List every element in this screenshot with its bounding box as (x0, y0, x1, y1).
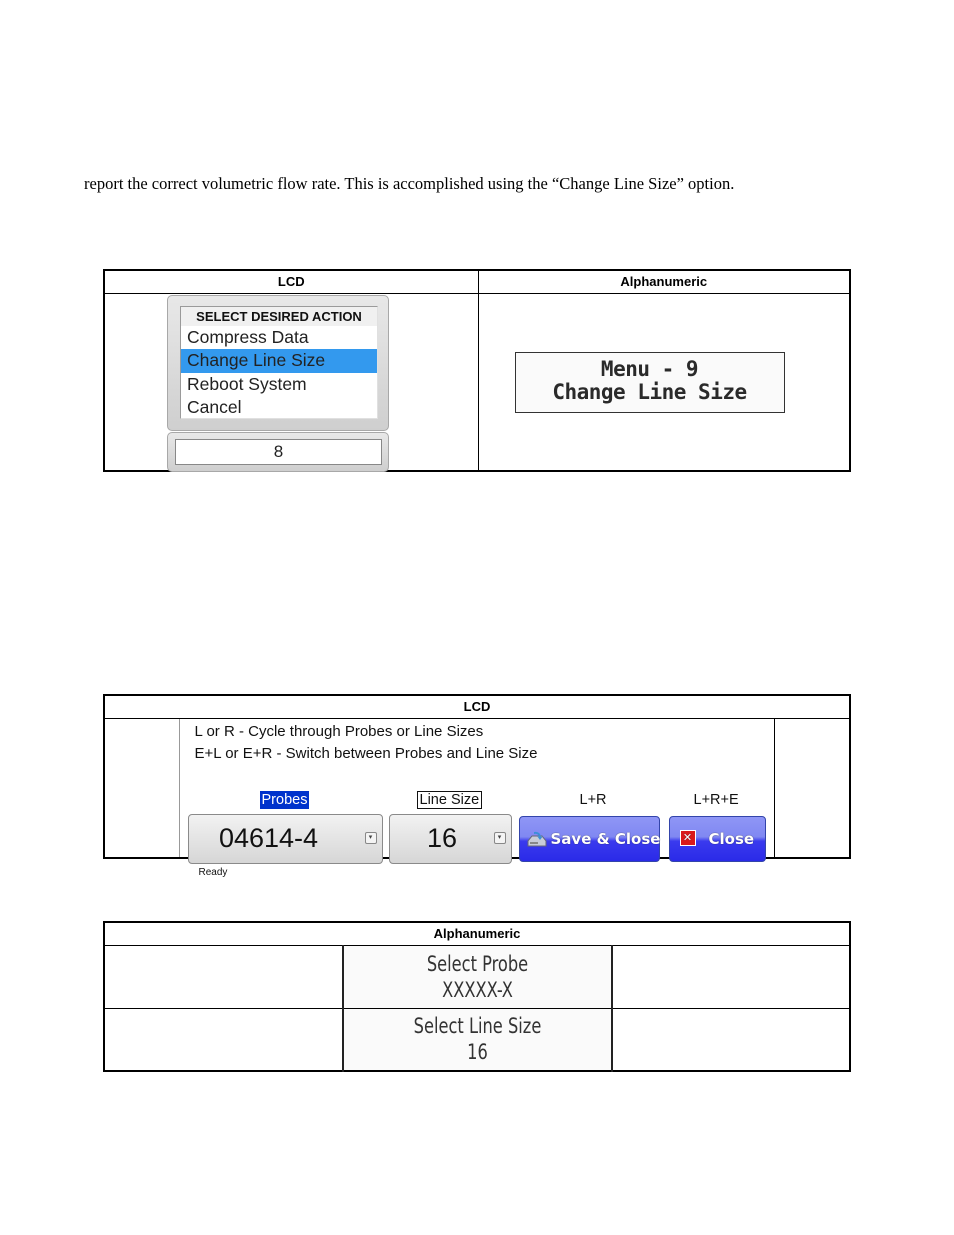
lcd-line-size-screen: L or R - Cycle through Probes or Line Si… (178, 717, 775, 878)
lcd-number-panel: 8 (167, 431, 389, 472)
close-label: Close (708, 829, 755, 848)
line-size-value: 16 (426, 822, 458, 853)
alpha-line-1: Select Line Size (413, 1014, 542, 1039)
instruction-line-1: L or R - Cycle through Probes or Line Si… (194, 722, 484, 740)
lcd-cell: SELECT DESIRED ACTION Compress Data Chan… (103, 292, 479, 472)
spacer-cell (103, 1007, 344, 1072)
menu-number-field: 8 (175, 438, 382, 465)
alpha-line-1: Menu - 9 (600, 356, 699, 381)
dropdown-arrow-icon[interactable]: ▾ (364, 831, 377, 844)
probe-select[interactable]: 04614-4 ▾ (187, 813, 383, 864)
select-probe-display: Select Probe XXXXX-X (342, 944, 613, 1009)
menu-item-cancel[interactable]: Cancel (181, 396, 377, 420)
red-x-icon: ✕ (679, 829, 696, 846)
header-lcd: LCD (103, 694, 851, 719)
alpha-line-2: XXXXX-X (442, 977, 513, 1002)
save-and-close-button[interactable]: Save & Close (518, 815, 661, 862)
line-size-select[interactable]: 16 ▾ (388, 813, 512, 864)
spacer-cell (103, 944, 344, 1009)
close-shortcut-label: L+R+E (693, 791, 739, 808)
lcd-action-menu: SELECT DESIRED ACTION Compress Data Chan… (167, 294, 389, 431)
alpha-line-1: Select Probe (426, 951, 529, 976)
instruction-line-2: E+L or E+R - Switch between Probes and L… (194, 744, 538, 762)
header-lcd: LCD (103, 269, 479, 294)
alphanumeric-cell: Menu - 9 Change Line Size (477, 292, 851, 472)
spacer-cell (611, 944, 851, 1009)
menu-item-compress-data[interactable]: Compress Data (181, 326, 377, 350)
alphanumeric-display: Menu - 9 Change Line Size (514, 351, 785, 413)
probes-label: Probes (259, 790, 310, 809)
save-drive-icon (527, 831, 546, 846)
spacer-cell (773, 717, 851, 859)
header-alphanumeric: Alphanumeric (477, 269, 851, 294)
menu-item-reboot-system[interactable]: Reboot System (181, 373, 377, 397)
body-paragraph: report the correct volumetric flow rate.… (84, 174, 735, 193)
save-shortcut-label: L+R (579, 791, 607, 808)
lcd-line-size-table: LCD L or R - Cycle through Probes or Lin… (103, 694, 851, 878)
alphanumeric-line-size-table: Alphanumeric Select Probe XXXXX-X Select… (103, 921, 851, 1072)
spacer-cell (103, 717, 180, 859)
action-list: SELECT DESIRED ACTION Compress Data Chan… (180, 305, 378, 420)
save-and-close-label: Save & Close (550, 829, 661, 848)
close-button[interactable]: ✕ Close (668, 815, 766, 862)
alpha-line-2: Change Line Size (552, 379, 747, 404)
menu-title: SELECT DESIRED ACTION (181, 306, 377, 326)
alpha-line-2: 16 (467, 1040, 488, 1065)
menu-item-change-line-size[interactable]: Change Line Size (181, 349, 377, 373)
line-size-label: Line Size (416, 790, 483, 809)
dropdown-arrow-icon[interactable]: ▾ (493, 831, 506, 844)
spacer-cell (611, 1007, 851, 1072)
probe-value: 04614-4 (218, 822, 319, 853)
header-alphanumeric: Alphanumeric (103, 921, 851, 946)
status-text: Ready (198, 866, 228, 878)
menu-comparison-table: LCD Alphanumeric SELECT DESIRED ACTION C… (103, 269, 851, 472)
select-line-size-display: Select Line Size 16 (342, 1007, 613, 1072)
